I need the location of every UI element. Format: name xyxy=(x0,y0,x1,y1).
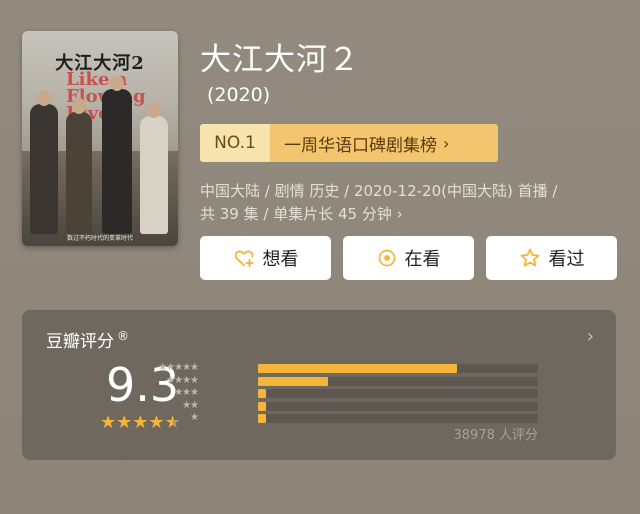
show-meta[interactable]: 中国大陆 / 剧情 历史 / 2020-12-20(中国大陆) 首播 / 共 3… xyxy=(200,180,630,226)
rating-row-stars: ★★★★ xyxy=(166,374,199,386)
poster-figure xyxy=(66,112,92,234)
watching-button[interactable]: 在看 xyxy=(343,236,474,280)
release-year: (2020) xyxy=(207,84,271,106)
meta-line-2: 共 39 集 / 单集片长 45 分钟 xyxy=(200,205,392,223)
rating-heading-wrap: 豆瓣评分 ® xyxy=(46,327,129,352)
heart-plus-icon xyxy=(234,250,254,268)
poster-figure xyxy=(30,104,58,234)
star-full-icon: ★ xyxy=(116,412,133,433)
poster-image[interactable]: 大江大河2 Like a Flowing River 数过不朽时代的变革时代 xyxy=(22,31,178,246)
chevron-right-icon: › xyxy=(443,133,450,153)
rating-heading: 豆瓣评分 xyxy=(46,332,114,352)
rating-row-stars: ★ xyxy=(190,412,199,423)
poster-figure xyxy=(102,89,132,234)
rating-bar-track xyxy=(258,414,538,423)
meta-line-2-wrap: 共 39 集 / 单集片长 45 分钟 › xyxy=(200,203,630,226)
rating-row-stars: ★★★ xyxy=(174,387,199,398)
star-full-icon: ★ xyxy=(100,412,117,433)
rating-bar-fill xyxy=(258,376,328,386)
ranking-label: 一周华语口碑剧集榜 xyxy=(284,135,437,156)
want-to-watch-label: 想看 xyxy=(262,249,299,270)
registered-mark: ® xyxy=(117,329,129,344)
rating-bar-track xyxy=(258,376,538,386)
rating-bar-track xyxy=(258,401,538,411)
want-to-watch-button[interactable]: 想看 xyxy=(200,236,331,280)
rating-bar-track xyxy=(258,389,538,398)
poster-figure-head xyxy=(37,90,51,106)
ranking-number: NO.1 xyxy=(200,124,270,162)
rating-bar-fill xyxy=(258,389,266,398)
ranking-label-wrap: 一周华语口碑剧集榜 › xyxy=(270,124,498,162)
poster-figure-head xyxy=(72,98,86,114)
meta-line-1: 中国大陆 / 剧情 历史 / 2020-12-20(中国大陆) 首播 / xyxy=(200,182,558,200)
rating-row-stars: ★★ xyxy=(182,399,199,411)
rating-card[interactable]: 豆瓣评分 ® › 9.3 ★ ★ ★ ★ ★ ★★★★★ ★★★★ ★★★ ★★ ★ 38… xyxy=(22,310,616,460)
watching-label: 在看 xyxy=(404,249,441,270)
rating-count[interactable]: 38978 人评分 xyxy=(454,424,539,443)
rating-bar-fill xyxy=(258,401,266,411)
chevron-right-icon[interactable]: › xyxy=(587,326,594,347)
rating-bar-track xyxy=(258,364,538,373)
target-circle-icon xyxy=(378,249,395,267)
poster-figure-head xyxy=(147,102,161,118)
star-outline-icon xyxy=(520,248,539,267)
page-title: 大江大河２ xyxy=(200,42,360,78)
chevron-right-icon: › xyxy=(396,205,403,223)
watched-label: 看过 xyxy=(548,249,585,270)
ranking-badge[interactable]: NO.1 一周华语口碑剧集榜 › xyxy=(200,124,498,162)
poster-tagline: 数过不朽时代的变革时代 xyxy=(66,235,133,242)
page: 大江大河2 Like a Flowing River 数过不朽时代的变革时代 大… xyxy=(0,0,640,514)
rating-bar-fill xyxy=(258,364,457,373)
rating-row-stars: ★★★★★ xyxy=(158,362,199,373)
rating-bar-fill xyxy=(258,414,266,423)
poster-figure xyxy=(140,116,168,234)
watched-button[interactable]: 看过 xyxy=(486,236,617,280)
poster-figure-head xyxy=(110,75,124,91)
